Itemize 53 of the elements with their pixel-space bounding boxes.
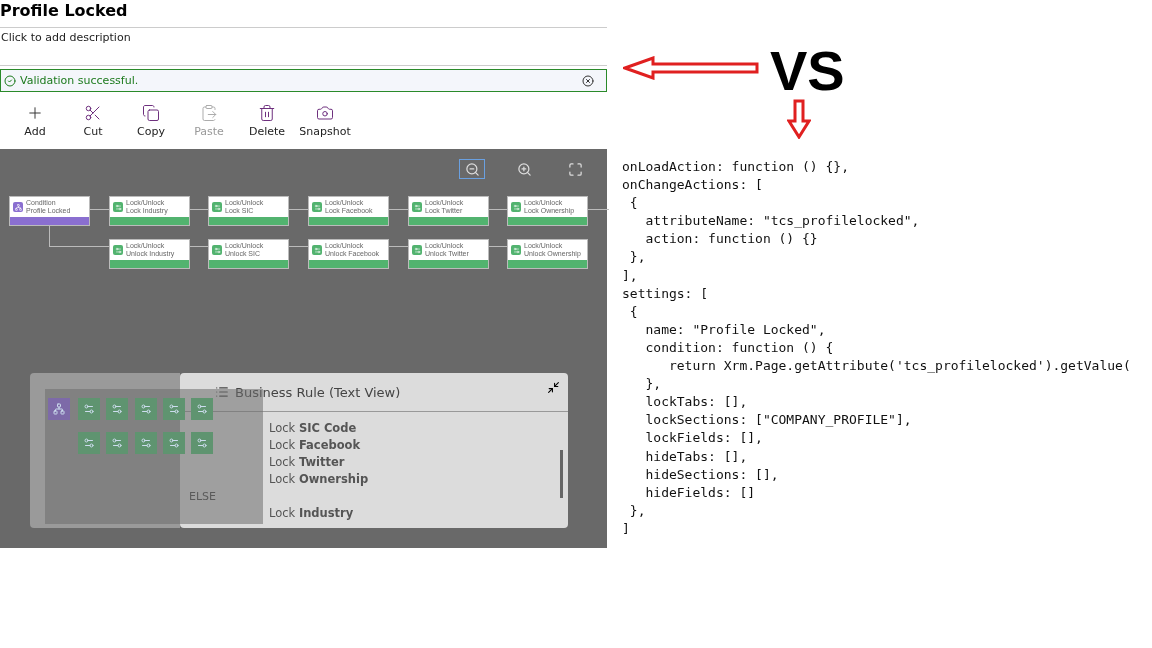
code-line: attributeName: "tcs_profilelocked", bbox=[644, 212, 921, 231]
rule-line: Lock Twitter bbox=[269, 454, 346, 471]
code-line: lockFields: [], bbox=[644, 429, 764, 448]
left-arrow-icon bbox=[623, 56, 759, 80]
add-icon bbox=[26, 104, 44, 122]
paste-icon bbox=[200, 104, 218, 122]
list-icon bbox=[215, 385, 229, 399]
branch-icon bbox=[48, 398, 70, 420]
code-line: { bbox=[628, 302, 639, 321]
copy-icon bbox=[142, 104, 160, 122]
code-line: action: function () {} bbox=[644, 230, 819, 249]
delete-button[interactable]: Delete bbox=[240, 104, 294, 149]
rule-line: Lock Ownership bbox=[269, 471, 370, 488]
zoom-out-icon[interactable] bbox=[459, 159, 485, 179]
code-line: condition: function () { bbox=[644, 338, 835, 357]
else-label: ELSE bbox=[189, 490, 216, 503]
close-icon[interactable] bbox=[582, 74, 594, 87]
add-button[interactable]: Add bbox=[8, 104, 62, 149]
code-line: lockSections: ["COMPANY_PROFILE"], bbox=[644, 411, 913, 430]
collapse-icon[interactable] bbox=[547, 381, 560, 394]
branch-icon bbox=[13, 202, 23, 212]
code-line: onLoadAction: function () {}, bbox=[622, 158, 850, 176]
description-field[interactable]: Click to add description bbox=[0, 28, 607, 66]
cut-icon bbox=[84, 104, 102, 122]
snapshot-icon bbox=[316, 104, 334, 122]
code-line: name: "Profile Locked", bbox=[644, 320, 827, 339]
code-line: }, bbox=[628, 501, 647, 520]
cut-button[interactable]: Cut bbox=[66, 104, 120, 149]
code-line: hideFields: [] bbox=[644, 483, 757, 502]
check-icon bbox=[4, 74, 16, 87]
code-line: ] bbox=[622, 519, 631, 538]
code-line: hideSections: [], bbox=[644, 465, 780, 484]
panel-title: Business Rule (Text View) bbox=[235, 384, 401, 400]
snapshot-button[interactable]: Snapshot bbox=[298, 104, 352, 149]
code-line: settings: [ bbox=[622, 284, 710, 303]
vs-label: VS bbox=[770, 38, 845, 103]
rule-title: Profile Locked bbox=[0, 0, 607, 28]
rule-line: Lock Industry bbox=[269, 505, 355, 522]
scrollbar[interactable] bbox=[560, 450, 563, 498]
validation-message: Validation successful. bbox=[20, 74, 140, 87]
code-line: }, bbox=[644, 375, 663, 394]
copy-button[interactable]: Copy bbox=[124, 104, 178, 149]
code-line: { bbox=[628, 194, 639, 213]
code-line: onChangeActions: [ bbox=[622, 176, 764, 195]
rule-line: Lock SIC Code bbox=[269, 420, 358, 437]
rule-line: Lock Facebook bbox=[269, 437, 362, 454]
down-arrow-icon bbox=[787, 99, 811, 139]
delete-icon bbox=[258, 104, 276, 122]
code-line: lockTabs: [], bbox=[644, 393, 749, 412]
code-line: ], bbox=[622, 266, 639, 285]
code-line: }, bbox=[628, 248, 647, 267]
code-line: return Xrm.Page.getAttribute('tcs_profilelocked').getValue( bbox=[667, 357, 1131, 376]
code-line: hideTabs: [], bbox=[644, 447, 749, 466]
